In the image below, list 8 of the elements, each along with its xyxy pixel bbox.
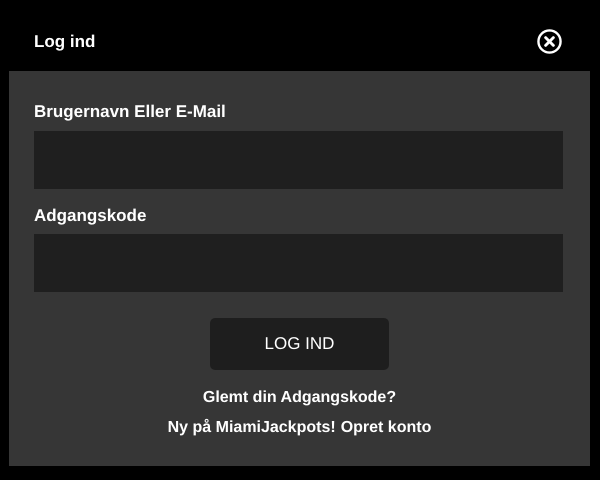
login-button[interactable]: LOG IND: [210, 318, 389, 370]
signup-link[interactable]: Opret konto: [340, 416, 432, 440]
signup-text: Ny på MiamiJackpots!: [168, 418, 336, 438]
forgot-password-link[interactable]: Glemt din Adgangskode?: [202, 386, 396, 410]
dialog-title: Log ind: [34, 30, 96, 53]
field-label: Adgangskode: [34, 204, 148, 227]
close-icon[interactable]: [537, 29, 562, 54]
field-label: Brugernavn Eller E-Mail: [34, 101, 227, 123]
